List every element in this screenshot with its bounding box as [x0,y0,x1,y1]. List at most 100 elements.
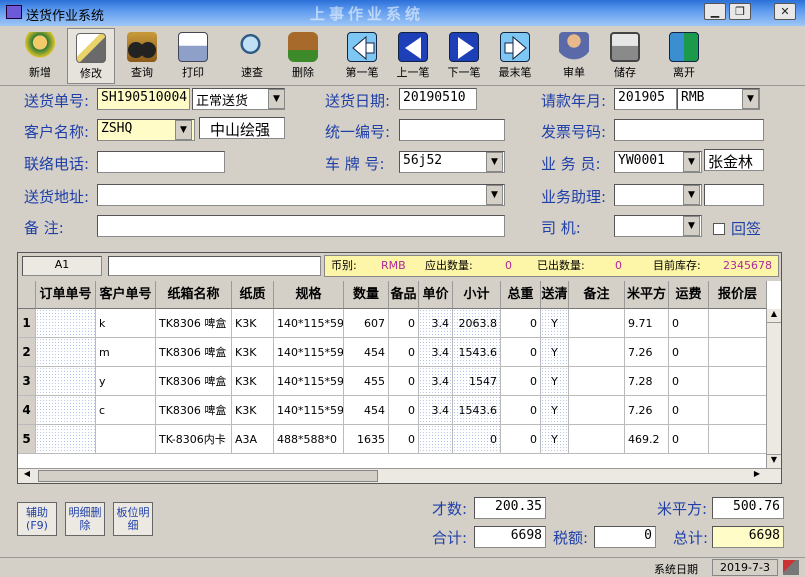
cell-spare[interactable]: 0 [389,309,419,338]
col-header-qty[interactable]: 数量 [344,281,389,309]
cell-spec[interactable]: 140*115*59 [274,338,344,367]
cell-delivered[interactable]: Y [541,367,569,396]
cell-spec[interactable]: 140*115*59 [274,396,344,425]
vertical-scrollbar[interactable]: ▲ ▼ [766,309,781,468]
col-header-order-no[interactable]: 订单单号 [36,281,96,309]
col-header-quote-layer[interactable]: 报价层 [709,281,767,309]
salesman-dropdown[interactable]: ▼ [683,152,700,172]
cell-freight[interactable]: 0 [669,425,709,454]
cell-remark[interactable] [569,367,625,396]
next-record-button[interactable]: 下一笔 [440,28,488,84]
scroll-up-arrow[interactable]: ▲ [767,309,781,323]
cell-box-name[interactable]: TK-8306内卡 [156,425,232,454]
cell-subtotal[interactable]: 0 [453,425,501,454]
cell-delivered[interactable]: Y [541,309,569,338]
plate-dropdown[interactable]: ▼ [486,152,503,172]
cell-order-no[interactable] [36,396,96,425]
cell-freight[interactable]: 0 [669,338,709,367]
minimize-button[interactable]: ▁ [704,3,726,20]
cell-weight[interactable]: 0 [501,367,541,396]
cell-qty[interactable]: 1635 [344,425,389,454]
cell-quote-layer[interactable] [709,309,767,338]
edit-button[interactable]: 修改 [67,28,115,84]
cell-qty[interactable]: 454 [344,396,389,425]
phone-input[interactable] [97,151,225,173]
cell-customer-no[interactable]: c [96,396,156,425]
cell-box-name[interactable]: TK8306 啤盒 [156,367,232,396]
cell-remark[interactable] [569,396,625,425]
maximize-button[interactable]: ❐ [729,3,751,20]
cell-weight[interactable]: 0 [501,309,541,338]
cell-paper[interactable]: K3K [232,367,274,396]
driver-dropdown[interactable]: ▼ [683,216,700,236]
cell-unit-price[interactable]: 3.4 [419,396,453,425]
cell-spare[interactable]: 0 [389,425,419,454]
col-header-weight[interactable]: 总重 [501,281,541,309]
exit-button[interactable]: 离开 [660,28,708,84]
cell-freight[interactable]: 0 [669,396,709,425]
cell-sqm[interactable]: 9.71 [625,309,669,338]
col-header-sqm[interactable]: 米平方 [625,281,669,309]
cell-weight[interactable]: 0 [501,338,541,367]
cell-delivered[interactable]: Y [541,425,569,454]
cell-unit-price[interactable]: 3.4 [419,309,453,338]
cell-remark[interactable] [569,309,625,338]
cell-spec[interactable]: 140*115*59 [274,367,344,396]
cell-spec[interactable]: 140*115*59 [274,309,344,338]
unified-no-input[interactable] [399,119,505,141]
note-input[interactable] [97,215,505,237]
cell-paper[interactable]: A3A [232,425,274,454]
scroll-thumb[interactable] [38,470,378,482]
cell-sqm[interactable]: 7.26 [625,338,669,367]
assistant-dropdown[interactable]: ▼ [683,185,700,205]
cell-delivered[interactable]: Y [541,338,569,367]
cell-quote-layer[interactable] [709,425,767,454]
cell-freight[interactable]: 0 [669,309,709,338]
first-record-button[interactable]: 第一笔 [338,28,386,84]
cell-unit-price[interactable] [419,425,453,454]
cell-customer-no[interactable]: y [96,367,156,396]
col-header-spec[interactable]: 规格 [274,281,344,309]
cell-spare[interactable]: 0 [389,367,419,396]
cell-order-no[interactable] [36,309,96,338]
col-header-customer-no[interactable]: 客户单号 [96,281,156,309]
col-header-remark[interactable]: 备注 [569,281,625,309]
audit-button[interactable]: 审单 [550,28,598,84]
col-header-box-name[interactable]: 纸箱名称 [156,281,232,309]
cell-sqm[interactable]: 7.26 [625,396,669,425]
cell-box-name[interactable]: TK8306 啤盒 [156,396,232,425]
cell-subtotal[interactable]: 2063.8 [453,309,501,338]
cell-weight[interactable]: 0 [501,396,541,425]
delivery-type-dropdown[interactable]: ▼ [268,89,285,109]
col-header-spare[interactable]: 备品 [389,281,419,309]
assist-button[interactable]: 辅助(F9) [17,502,57,536]
cell-unit-price[interactable]: 3.4 [419,367,453,396]
delete-button[interactable]: 删除 [279,28,327,84]
delete-detail-button[interactable]: 明细删除 [65,502,105,536]
invoice-input[interactable] [614,119,764,141]
scroll-left-arrow[interactable]: ◀ [20,469,34,483]
quick-search-button[interactable]: 速查 [228,28,276,84]
scroll-right-arrow[interactable]: ▶ [750,469,764,483]
return-checkbox[interactable] [713,223,725,235]
cell-delivered[interactable]: Y [541,396,569,425]
cell-weight[interactable]: 0 [501,425,541,454]
close-button[interactable]: ✕ [774,3,796,20]
address-dropdown[interactable]: ▼ [486,185,503,205]
cell-qty[interactable]: 455 [344,367,389,396]
col-header-paper[interactable]: 纸质 [232,281,274,309]
print-button[interactable]: 打印 [169,28,217,84]
pallet-detail-button[interactable]: 板位明细 [113,502,153,536]
add-button[interactable]: 新增 [16,28,64,84]
cell-paper[interactable]: K3K [232,396,274,425]
cell-qty[interactable]: 454 [344,338,389,367]
cell-remark[interactable] [569,338,625,367]
cell-freight[interactable]: 0 [669,367,709,396]
col-header-unit-price[interactable]: 单价 [419,281,453,309]
cell-spec[interactable]: 488*588*0 [274,425,344,454]
cell-order-no[interactable] [36,338,96,367]
cell-qty[interactable]: 607 [344,309,389,338]
cell-subtotal[interactable]: 1543.6 [453,396,501,425]
last-record-button[interactable]: 最末笔 [491,28,539,84]
horizontal-scrollbar[interactable]: ◀ ▶ [18,468,781,483]
